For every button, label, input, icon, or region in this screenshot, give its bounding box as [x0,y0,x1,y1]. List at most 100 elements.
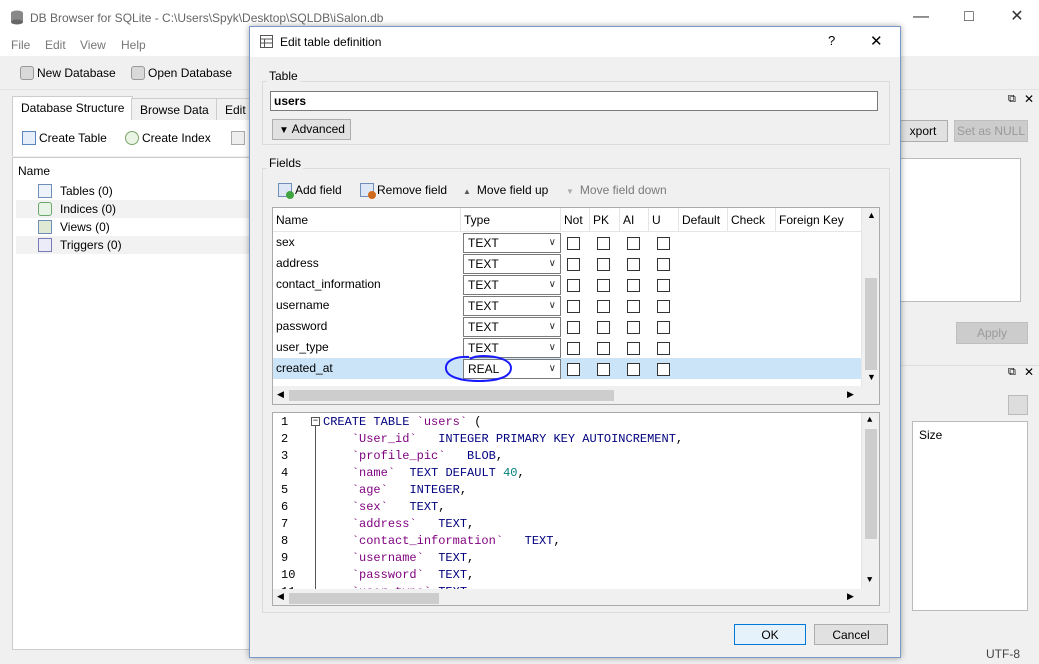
tab-edit-pragmas[interactable]: Edit P [216,98,252,120]
field-name-cell[interactable]: sex [276,234,295,250]
checkbox-pk[interactable] [597,363,610,376]
checkbox-not[interactable] [567,237,580,250]
checkbox-pk[interactable] [597,237,610,250]
checkbox-not[interactable] [567,342,580,355]
sql-preview[interactable]: − 1 CREATE TABLE `users` (2 `User_id` INT… [272,412,880,606]
scroll-right-icon[interactable]: ▶ [847,389,854,400]
checkbox-u[interactable] [657,342,670,355]
checkbox-ai[interactable] [627,321,640,334]
export-button[interactable]: xport [898,120,948,142]
col-header-ai[interactable]: AI [620,208,649,232]
col-header-type[interactable]: Type [461,208,561,232]
tab-database-structure[interactable]: Database Structure [12,96,134,121]
col-header-name[interactable]: Name [273,208,461,232]
col-header-pk[interactable]: PK [590,208,620,232]
checkbox-ai[interactable] [627,363,640,376]
chevron-down-icon[interactable]: ∨ [549,255,556,273]
set-as-null-button[interactable]: Set as NULL [954,120,1028,142]
field-name-cell[interactable]: contact_information [276,276,381,292]
menu-edit[interactable]: Edit [45,38,66,52]
tree-item-views[interactable]: Views (0) [16,218,251,236]
checkbox-u[interactable] [657,237,670,250]
checkbox-not[interactable] [567,279,580,292]
remove-field-button[interactable]: Remove field [360,181,447,201]
move-field-up-button[interactable]: ▲ Move field up [463,181,548,201]
checkbox-pk[interactable] [597,342,610,355]
checkbox-not[interactable] [567,363,580,376]
field-row[interactable]: password TEXT ∨ [273,316,861,337]
checkbox-ai[interactable] [627,237,640,250]
field-name-cell[interactable]: username [276,297,329,313]
col-header-check[interactable]: Check [728,208,776,232]
undock-icon[interactable]: ⧉ [1008,93,1016,106]
advanced-button[interactable]: ▼ Advanced [272,119,351,140]
checkbox-u[interactable] [657,279,670,292]
col-header-not[interactable]: Not [561,208,590,232]
fields-vscrollbar[interactable]: ▲ ▼ [861,208,879,386]
checkbox-u[interactable] [657,258,670,271]
menu-file[interactable]: File [11,38,30,52]
field-row[interactable]: contact_information TEXT ∨ [273,274,861,295]
ok-button[interactable]: OK [734,624,806,645]
field-name-cell[interactable]: created_at [276,360,333,376]
cell-editor[interactable] [898,158,1021,302]
tree-item-triggers[interactable]: Triggers (0) [16,236,251,254]
field-row[interactable]: username TEXT ∨ [273,295,861,316]
field-name-cell[interactable]: user_type [276,339,329,355]
field-row[interactable]: user_type TEXT ∨ [273,337,861,358]
scroll-down-icon[interactable]: ▼ [867,575,872,585]
checkbox-u[interactable] [657,300,670,313]
maximize-icon[interactable]: □ [946,4,992,30]
sql-vscroll-thumb[interactable] [865,429,877,539]
tree-item-tables[interactable]: Tables (0) [16,182,251,200]
checkbox-not[interactable] [567,258,580,271]
table-name-input[interactable] [270,91,878,111]
col-header-unique[interactable]: U [649,208,679,232]
close-icon[interactable]: ✕ [994,4,1039,30]
new-database-button[interactable]: New Database [20,64,116,84]
checkbox-pk[interactable] [597,279,610,292]
field-type-select[interactable]: TEXT ∨ [463,254,561,274]
checkbox-pk[interactable] [597,300,610,313]
field-type-select[interactable]: TEXT ∨ [463,296,561,316]
chevron-down-icon[interactable]: ∨ [549,318,556,336]
fields-hscrollbar[interactable]: ◀ ▶ [273,386,879,404]
field-row[interactable]: sex TEXT ∨ [273,232,861,253]
create-view-icon[interactable] [231,131,245,145]
chevron-down-icon[interactable]: ∨ [549,360,556,378]
move-field-down-button[interactable]: ▼ Move field down [566,181,667,201]
fields-vscroll-thumb[interactable] [865,278,877,370]
sql-hscrollbar[interactable]: ◀ ▶ [273,589,879,605]
checkbox-not[interactable] [567,300,580,313]
col-header-default[interactable]: Default [679,208,728,232]
field-name-cell[interactable]: address [276,255,319,271]
scroll-right-icon[interactable]: ▶ [847,592,854,602]
checkbox-ai[interactable] [627,258,640,271]
sql-vscrollbar[interactable]: ▲ ▼ [861,413,879,589]
tab-browse-data[interactable]: Browse Data [131,98,218,120]
checkbox-pk[interactable] [597,258,610,271]
scroll-left-icon[interactable]: ◀ [277,389,284,400]
checkbox-u[interactable] [657,363,670,376]
chevron-down-icon[interactable]: ∨ [549,339,556,357]
cancel-button[interactable]: Cancel [814,624,888,645]
scroll-up-icon[interactable]: ▲ [867,415,872,425]
apply-button[interactable]: Apply [956,322,1028,344]
refresh-icon[interactable] [1008,395,1028,415]
field-type-select[interactable]: TEXT ∨ [463,233,561,253]
scroll-down-icon[interactable]: ▼ [867,372,876,382]
field-row[interactable]: created_at REAL ∨ [273,358,861,379]
open-database-button[interactable]: Open Database [131,64,232,84]
create-index-button[interactable]: Create Index [125,129,211,149]
field-name-cell[interactable]: password [276,318,327,334]
fields-hscroll-thumb[interactable] [289,390,614,401]
minimize-icon[interactable]: — [898,4,944,30]
field-type-select[interactable]: TEXT ∨ [463,275,561,295]
checkbox-ai[interactable] [627,342,640,355]
checkbox-ai[interactable] [627,279,640,292]
dock-close-icon[interactable]: ✕ [1024,92,1034,106]
help-button[interactable]: ? [828,33,835,48]
fold-icon[interactable]: − [311,417,320,426]
dialog-close-button[interactable]: ✕ [870,32,883,50]
scroll-up-icon[interactable]: ▲ [867,210,876,220]
